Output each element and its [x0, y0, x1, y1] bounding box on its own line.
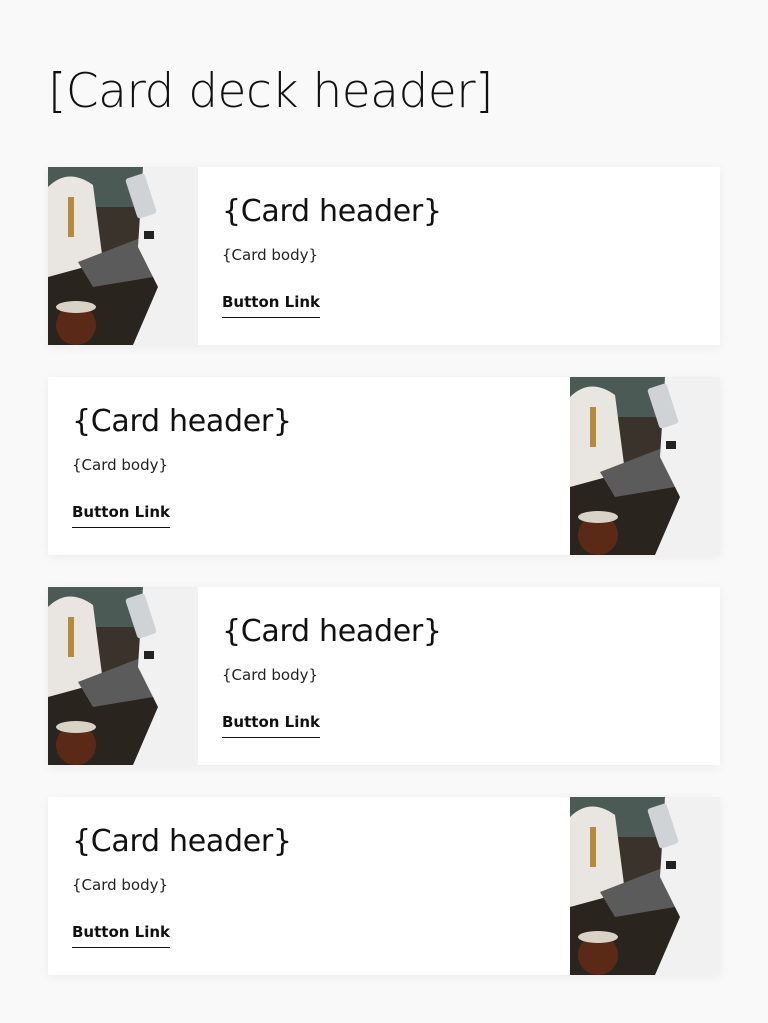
card-header: {Card header} — [222, 194, 442, 229]
card-body: {Card body} — [72, 456, 169, 474]
card-photo — [48, 587, 198, 765]
card: {Card header} {Card body} Button Link — [48, 377, 720, 555]
card-header: {Card header} — [72, 404, 292, 439]
card-content: {Card header} {Card body} Button Link — [198, 167, 720, 345]
card-body: {Card body} — [72, 876, 169, 894]
card-deck-header: [Card deck header] — [48, 64, 493, 119]
card-body: {Card body} — [222, 246, 319, 264]
card-content: {Card header} {Card body} Button Link — [48, 377, 570, 555]
card-header: {Card header} — [72, 824, 292, 859]
card-image — [48, 167, 198, 345]
card-image — [48, 587, 198, 765]
card: {Card header} {Card body} Button Link — [48, 167, 720, 345]
button-link[interactable]: Button Link — [72, 923, 171, 948]
card-image — [570, 377, 720, 555]
button-link[interactable]: Button Link — [222, 293, 321, 318]
card-image — [570, 797, 720, 975]
card-content: {Card header} {Card body} Button Link — [48, 797, 570, 975]
card-header: {Card header} — [222, 614, 442, 649]
card-photo — [570, 377, 720, 555]
button-link[interactable]: Button Link — [72, 503, 171, 528]
card-content: {Card header} {Card body} Button Link — [198, 587, 720, 765]
card-photo — [48, 167, 198, 345]
button-link[interactable]: Button Link — [222, 713, 321, 738]
card-photo — [570, 797, 720, 975]
card-body: {Card body} — [222, 666, 319, 684]
card: {Card header} {Card body} Button Link — [48, 797, 720, 975]
card: {Card header} {Card body} Button Link — [48, 587, 720, 765]
